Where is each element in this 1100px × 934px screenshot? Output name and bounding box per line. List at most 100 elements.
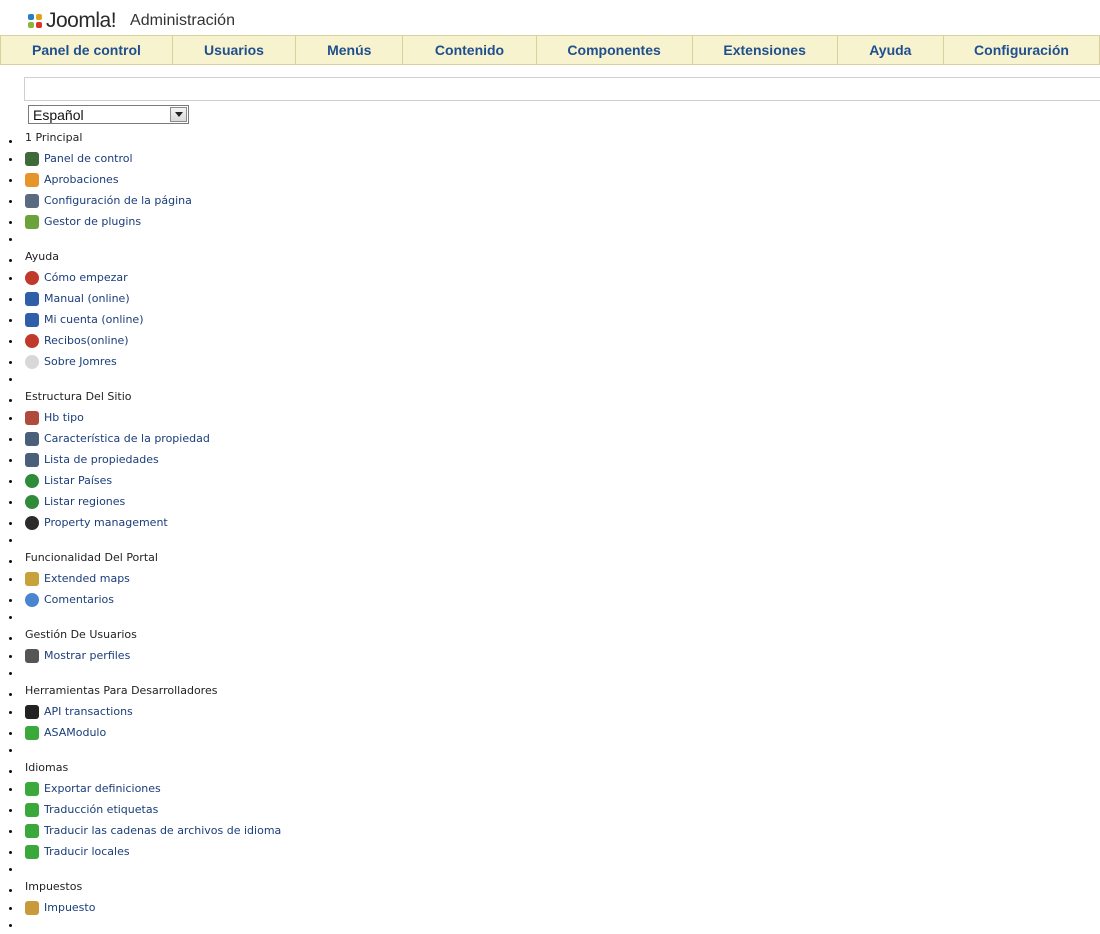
header: Joomla! Administración: [28, 8, 235, 34]
menu-item[interactable]: Configuración de la página: [0, 190, 400, 211]
section-title: Funcionalidad Del Portal: [25, 551, 158, 564]
menu-item[interactable]: Impuesto: [0, 897, 400, 918]
menu-item[interactable]: Traducir las cadenas de archivos de idio…: [0, 820, 400, 841]
nav-usuarios[interactable]: Usuarios: [173, 36, 297, 64]
map-icon: [25, 571, 39, 586]
section-title: Herramientas Para Desarrolladores: [25, 684, 218, 697]
menu-item-link[interactable]: Traducción etiquetas: [44, 799, 158, 820]
menu-spacer: [0, 743, 400, 757]
menu-item-link[interactable]: Cómo empezar: [44, 267, 128, 288]
menu-item[interactable]: Traducir locales: [0, 841, 400, 862]
menu-item-link[interactable]: Listar regiones: [44, 491, 125, 512]
menu-item-link[interactable]: Hb tipo: [44, 407, 84, 428]
menu-spacer: [0, 918, 400, 932]
menu-item[interactable]: Traducción etiquetas: [0, 799, 400, 820]
menu-spacer: [0, 533, 400, 547]
menu-item-link[interactable]: Property management: [44, 512, 168, 533]
menu-item[interactable]: Listar Países: [0, 470, 400, 491]
menu-item-link[interactable]: Configuración de la página: [44, 190, 192, 211]
city-icon: [25, 431, 39, 446]
menu-spacer: [0, 666, 400, 680]
menu-item-link[interactable]: Impuesto: [44, 897, 95, 918]
menu-section-heading: Impuestos: [0, 876, 400, 897]
menu-item[interactable]: API transactions: [0, 701, 400, 722]
nav-extensiones[interactable]: Extensiones: [693, 36, 838, 64]
section-title: Ayuda: [25, 250, 59, 263]
menu-spacer: [0, 862, 400, 876]
menu-item-link[interactable]: Traducir las cadenas de archivos de idio…: [44, 820, 281, 841]
menu-item-link[interactable]: Listar Países: [44, 470, 112, 491]
menu-item[interactable]: ASAModulo: [0, 722, 400, 743]
logo-text: Joomla!: [46, 9, 117, 32]
menu-section-heading: Herramientas Para Desarrolladores: [0, 680, 400, 701]
menu-item-link[interactable]: Panel de control: [44, 148, 133, 169]
menu-item[interactable]: Extended maps: [0, 568, 400, 589]
user-profile-icon: [25, 648, 39, 663]
menu-item-link[interactable]: Lista de propiedades: [44, 449, 159, 470]
nav-componentes[interactable]: Componentes: [537, 36, 693, 64]
joomla-logo-icon: [28, 14, 42, 28]
menu-item[interactable]: Manual (online): [0, 288, 400, 309]
spellcheck-icon: [25, 823, 39, 838]
menu-item[interactable]: Aprobaciones: [0, 169, 400, 190]
menu-section-heading: Idiomas: [0, 757, 400, 778]
menu-item[interactable]: Sobre Jomres: [0, 351, 400, 372]
menu-item-link[interactable]: API transactions: [44, 701, 133, 722]
menu-item-link[interactable]: Característica de la propiedad: [44, 428, 210, 449]
menu-item[interactable]: Gestor de plugins: [0, 211, 400, 232]
menu-item-link[interactable]: Exportar definiciones: [44, 778, 161, 799]
nav-contenido[interactable]: Contenido: [403, 36, 537, 64]
menu-item-link[interactable]: Mi cuenta (online): [44, 309, 144, 330]
menu-item[interactable]: Recibos(online): [0, 330, 400, 351]
tax-icon: [25, 900, 39, 915]
menu-item[interactable]: Mostrar perfiles: [0, 645, 400, 666]
menu-item[interactable]: Lista de propiedades: [0, 449, 400, 470]
menu-item-link[interactable]: ASAModulo: [44, 722, 106, 743]
globe-icon: [25, 473, 39, 488]
thumbs-up-icon: [25, 172, 39, 187]
menu-item[interactable]: Exportar definiciones: [0, 778, 400, 799]
speech-bubble-icon: [25, 592, 39, 607]
toolbar-area: [24, 77, 1100, 101]
nav-configuracion[interactable]: Configuración: [944, 36, 1099, 64]
menu-item-link[interactable]: Extended maps: [44, 568, 130, 589]
spellcheck-icon: [25, 802, 39, 817]
menu-item[interactable]: Comentarios: [0, 589, 400, 610]
menu-item[interactable]: Hb tipo: [0, 407, 400, 428]
page-title: Administración: [130, 12, 235, 29]
monitor-icon: [25, 151, 39, 166]
menu-spacer: [0, 610, 400, 624]
lifebuoy-icon: [25, 270, 39, 285]
menu-item-link[interactable]: Comentarios: [44, 589, 114, 610]
building-icon: [25, 410, 39, 425]
language-select-value: Español: [33, 106, 84, 123]
menu-item[interactable]: Característica de la propiedad: [0, 428, 400, 449]
chevron-down-icon[interactable]: [170, 107, 187, 122]
section-title: Estructura Del Sitio: [25, 390, 132, 403]
menu-item-link[interactable]: Aprobaciones: [44, 169, 119, 190]
menu-section-heading: Ayuda: [0, 246, 400, 267]
menu-item[interactable]: Panel de control: [0, 148, 400, 169]
nav-panel-de-control[interactable]: Panel de control: [1, 36, 173, 64]
menu-item[interactable]: Cómo empezar: [0, 267, 400, 288]
menu-item-link[interactable]: Mostrar perfiles: [44, 645, 130, 666]
puzzle-icon: [25, 214, 39, 229]
menu-item-link[interactable]: Traducir locales: [44, 841, 130, 862]
menu-item[interactable]: Listar regiones: [0, 491, 400, 512]
lifebuoy-icon: [25, 333, 39, 348]
menu-item-link[interactable]: Sobre Jomres: [44, 351, 117, 372]
menu-item-link[interactable]: Gestor de plugins: [44, 211, 141, 232]
section-title: 1 Principal: [25, 131, 83, 144]
nav-menus[interactable]: Menús: [296, 36, 404, 64]
menu-item[interactable]: Property management: [0, 512, 400, 533]
joomla-logo[interactable]: Joomla!: [28, 9, 117, 33]
info-icon: [25, 354, 39, 369]
menu-item[interactable]: Mi cuenta (online): [0, 309, 400, 330]
help-book-icon: [25, 312, 39, 327]
nav-ayuda[interactable]: Ayuda: [838, 36, 944, 64]
language-select[interactable]: Español: [28, 105, 189, 124]
globe-icon: [25, 494, 39, 509]
menu-section-heading: Funcionalidad Del Portal: [0, 547, 400, 568]
menu-item-link[interactable]: Manual (online): [44, 288, 130, 309]
menu-item-link[interactable]: Recibos(online): [44, 330, 129, 351]
